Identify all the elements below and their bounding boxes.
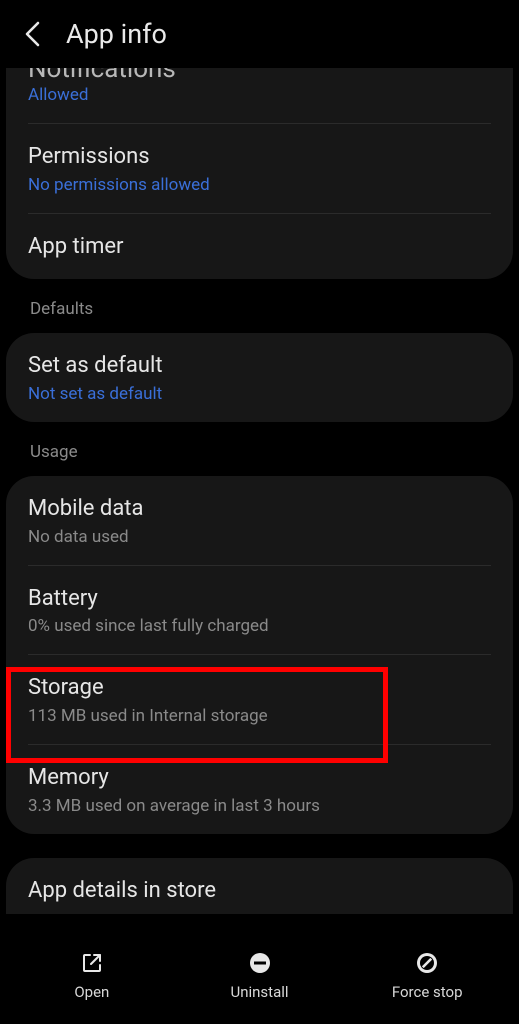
row-title: Storage (28, 673, 491, 703)
force-stop-button[interactable]: Force stop (343, 950, 511, 1001)
force-stop-icon (414, 950, 440, 976)
open-button[interactable]: Open (8, 950, 176, 1001)
row-title: Notifications (28, 68, 491, 82)
row-battery[interactable]: Battery 0% used since last fully charged (6, 566, 513, 655)
content-scroll: Notifications Allowed Permissions No per… (0, 68, 519, 914)
row-title: Permissions (28, 142, 491, 172)
back-icon[interactable] (22, 23, 44, 45)
uninstall-icon (247, 950, 273, 976)
uninstall-label: Uninstall (230, 983, 288, 1001)
row-app-details[interactable]: App details in store (6, 858, 513, 914)
row-subtitle: Allowed (28, 85, 491, 105)
card-group-details: App details in store (6, 858, 513, 914)
row-permissions[interactable]: Permissions No permissions allowed (6, 124, 513, 213)
uninstall-button[interactable]: Uninstall (176, 950, 344, 1001)
card-group-usage: Mobile data No data used Battery 0% used… (6, 476, 513, 834)
row-notifications[interactable]: Notifications Allowed (6, 68, 513, 123)
header-bar: App info (0, 0, 519, 68)
row-mobile-data[interactable]: Mobile data No data used (6, 476, 513, 565)
page-title: App info (66, 18, 167, 50)
force-stop-label: Force stop (392, 983, 463, 1001)
section-usage-label: Usage (6, 422, 513, 476)
open-icon (79, 950, 105, 976)
row-subtitle: No permissions allowed (28, 175, 491, 195)
row-title: App timer (28, 232, 491, 262)
row-title: Memory (28, 763, 491, 793)
card-group-defaults: Set as default Not set as default (6, 333, 513, 422)
section-defaults-label: Defaults (6, 279, 513, 333)
open-label: Open (74, 983, 109, 1001)
row-subtitle: Not set as default (28, 384, 491, 404)
row-subtitle: 0% used since last fully charged (28, 616, 491, 636)
row-title: App details in store (28, 876, 491, 906)
row-subtitle: No data used (28, 527, 491, 547)
row-storage[interactable]: Storage 113 MB used in Internal storage (6, 655, 513, 744)
card-group-1: Notifications Allowed Permissions No per… (6, 68, 513, 279)
row-title: Set as default (28, 351, 491, 381)
row-subtitle: 113 MB used in Internal storage (28, 706, 491, 726)
row-set-default[interactable]: Set as default Not set as default (6, 333, 513, 422)
bottom-action-bar: Open Uninstall Force stop (0, 936, 519, 1024)
row-app-timer[interactable]: App timer (6, 214, 513, 280)
row-subtitle: 3.3 MB used on average in last 3 hours (28, 796, 491, 816)
row-memory[interactable]: Memory 3.3 MB used on average in last 3 … (6, 745, 513, 834)
row-title: Mobile data (28, 494, 491, 524)
row-title: Battery (28, 584, 491, 614)
